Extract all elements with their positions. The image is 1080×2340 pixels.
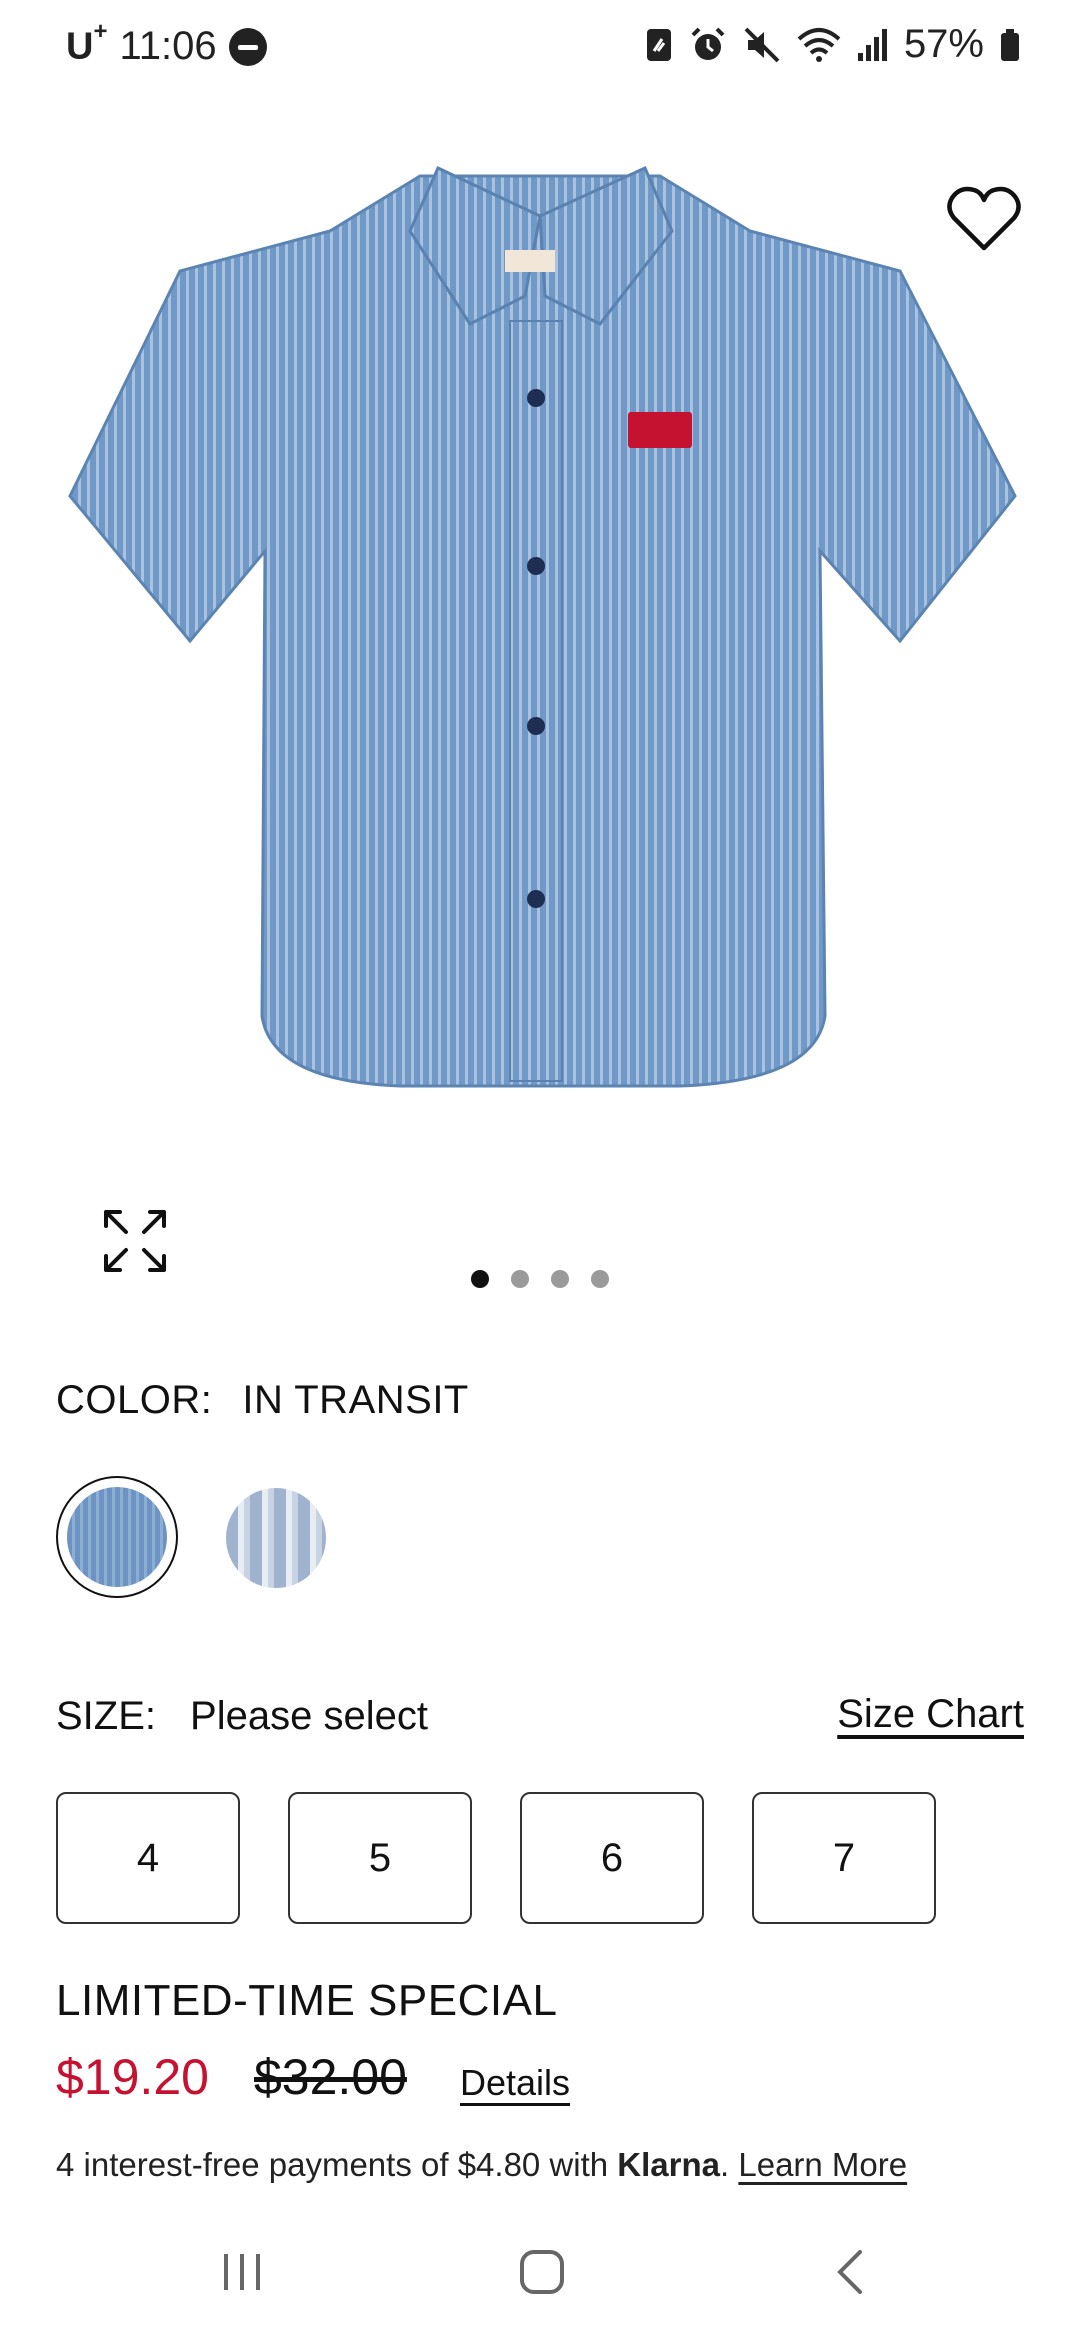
carrier-label: U+	[66, 18, 108, 68]
carousel-dot-3[interactable]	[551, 1270, 569, 1288]
product-detail-page: U+ 11:06 57% COLOR: IN TRANSIT SIZE: Ple…	[0, 0, 1080, 2340]
carousel-indicator	[0, 1270, 1080, 1290]
signal-icon	[857, 28, 887, 61]
system-navigation-bar	[0, 2220, 1080, 2340]
shirt-button	[527, 389, 545, 407]
size-option-6[interactable]: 6	[520, 1792, 704, 1924]
size-option-5[interactable]: 5	[288, 1792, 472, 1924]
shirt-button	[527, 717, 545, 735]
wishlist-heart-icon[interactable]	[944, 180, 1024, 260]
promo-title: LIMITED-TIME SPECIAL	[56, 1976, 558, 2025]
product-photo	[68, 165, 1017, 1088]
klarna-installments: 4 interest-free payments of $4.80 with K…	[56, 2146, 907, 2184]
carousel-dot-2[interactable]	[511, 1270, 529, 1288]
carousel-dot-4[interactable]	[591, 1270, 609, 1288]
recents-icon[interactable]	[216, 2246, 268, 2298]
color-selection-label: COLOR: IN TRANSIT	[56, 1378, 469, 1423]
status-bar: U+ 11:06 57%	[0, 0, 1080, 96]
details-link[interactable]: Details	[460, 2062, 570, 2104]
back-icon[interactable]	[826, 2246, 878, 2298]
product-image-carousel[interactable]	[0, 96, 1080, 1272]
chest-logo	[628, 412, 692, 448]
color-swatch-stripe[interactable]	[226, 1488, 326, 1588]
size-selection-label: SIZE: Please select	[56, 1694, 428, 1739]
size-option-4[interactable]: 4	[56, 1792, 240, 1924]
status-right: 57%	[644, 22, 1022, 67]
color-swatch-in-transit[interactable]	[56, 1476, 178, 1598]
battery-icon	[1001, 28, 1019, 61]
shirt-button	[527, 890, 545, 908]
carousel-dot-1[interactable]	[471, 1270, 489, 1288]
nfc-icon	[646, 28, 671, 61]
size-label: SIZE:	[56, 1694, 157, 1738]
battery-percentage: 57%	[903, 22, 984, 66]
status-left: U+ 11:06	[66, 18, 267, 69]
shirt-button	[527, 557, 545, 575]
original-price: $32.00	[254, 2049, 407, 2105]
do-not-disturb-icon	[228, 27, 267, 66]
size-option-7[interactable]: 7	[752, 1792, 936, 1924]
klarna-period: .	[720, 2146, 739, 2183]
size-value: Please select	[190, 1694, 428, 1738]
learn-more-link[interactable]: Learn More	[738, 2146, 907, 2183]
sale-price: $19.20	[56, 2049, 209, 2105]
color-value: IN TRANSIT	[242, 1378, 469, 1422]
mute-icon	[744, 27, 780, 62]
shirt-placket	[509, 320, 563, 1082]
color-label: COLOR:	[56, 1378, 213, 1422]
alarm-icon	[691, 27, 725, 60]
home-icon[interactable]	[516, 2246, 568, 2298]
size-chart-link[interactable]: Size Chart	[837, 1692, 1024, 1737]
status-time: 11:06	[119, 24, 217, 68]
klarna-brand: Klarna	[617, 2146, 721, 2183]
neck-label	[505, 250, 555, 272]
expand-arrows-icon[interactable]	[100, 1206, 170, 1276]
klarna-text: 4 interest-free payments of $4.80 with	[56, 2146, 618, 2183]
wifi-icon	[797, 27, 841, 62]
